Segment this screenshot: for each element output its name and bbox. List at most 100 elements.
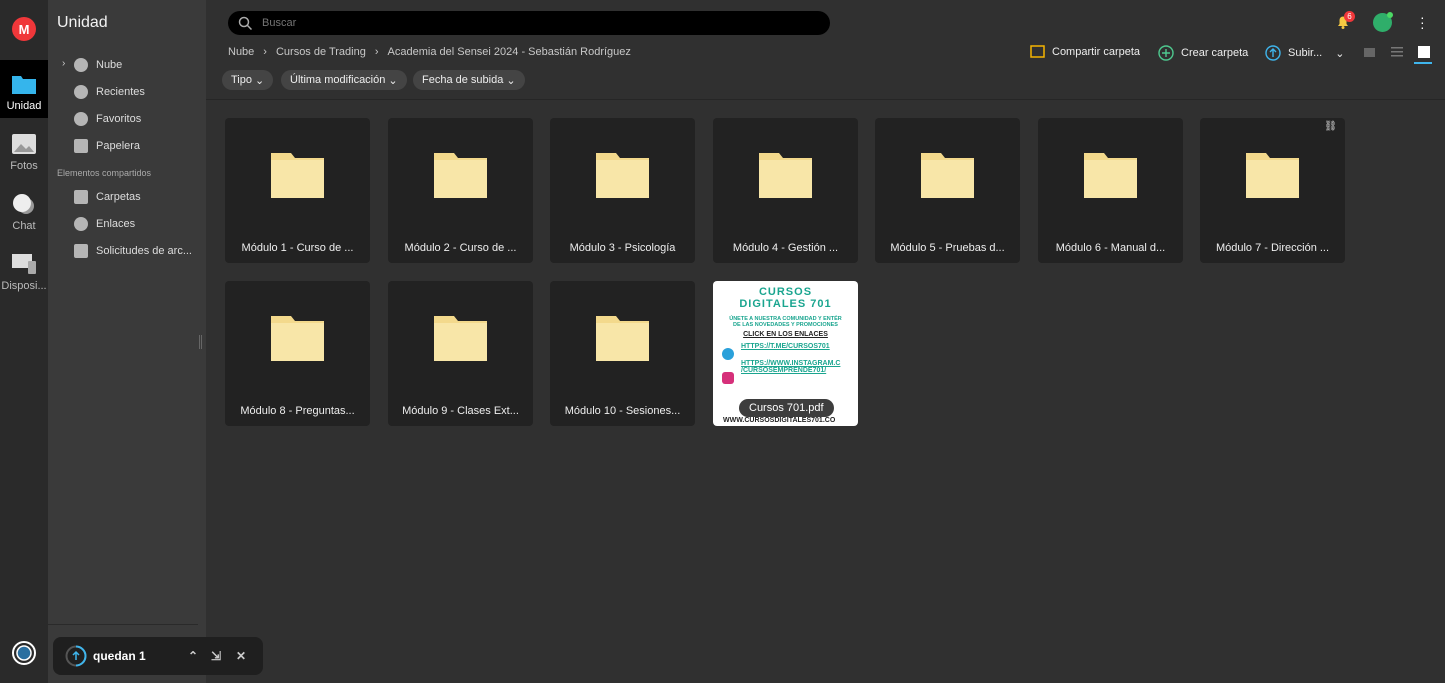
divider bbox=[48, 624, 198, 625]
preview-text: CURSOS bbox=[758, 286, 813, 298]
sidebar-item-nube[interactable]: Nube bbox=[74, 55, 122, 75]
folder-card[interactable]: Módulo 5 - Pruebas d... bbox=[875, 118, 1020, 263]
item-name: Módulo 6 - Manual d... bbox=[1055, 242, 1166, 254]
trash-icon bbox=[74, 139, 88, 153]
folder-icon bbox=[596, 316, 649, 361]
folder-card[interactable]: Módulo 10 - Sesiones... bbox=[550, 281, 695, 426]
folder-icon bbox=[434, 316, 487, 361]
label: Fecha de subida bbox=[422, 74, 504, 86]
breadcrumb-current: Academia del Sensei 2024 - Sebastián Rod… bbox=[387, 46, 631, 58]
expand-chevron-icon[interactable]: › bbox=[62, 58, 65, 69]
label: Nube bbox=[96, 59, 123, 71]
sidebar-resize-handle[interactable] bbox=[199, 335, 202, 349]
folder-icon bbox=[271, 316, 324, 361]
photo-icon bbox=[12, 134, 36, 154]
more-menu-icon[interactable]: · · · bbox=[1420, 10, 1425, 34]
search-bar[interactable] bbox=[228, 11, 830, 35]
breadcrumb-item[interactable]: Cursos de Trading bbox=[276, 46, 366, 58]
mega-logo[interactable]: M bbox=[12, 17, 36, 41]
notification-badge: 6 bbox=[1344, 11, 1355, 22]
header-divider bbox=[206, 99, 1445, 100]
folder-card[interactable]: Módulo 3 - Psicología bbox=[550, 118, 695, 263]
sidebar-item-papelera[interactable]: Papelera bbox=[74, 136, 140, 156]
label: Última modificación bbox=[290, 74, 386, 86]
avatar[interactable] bbox=[1373, 12, 1393, 32]
item-name: Módulo 5 - Pruebas d... bbox=[890, 242, 1005, 254]
open-window-icon[interactable]: ⇲ bbox=[211, 649, 221, 663]
preview-text: CLICK EN LOS ENLACES bbox=[743, 331, 828, 338]
file-request-icon bbox=[74, 244, 88, 258]
upload-toast: quedan 1 ⌃ ⇲ ✕ bbox=[53, 637, 263, 675]
preview-text: DIGITALES 701 bbox=[739, 298, 832, 310]
chevron-down-icon[interactable]: ⌄ bbox=[1335, 47, 1344, 60]
item-name: Módulo 4 - Gestión ... bbox=[732, 242, 839, 254]
filter-fecha-subida[interactable]: Fecha de subida ⌄ bbox=[413, 70, 525, 90]
link-icon bbox=[74, 217, 88, 231]
item-name: Módulo 8 - Preguntas... bbox=[240, 405, 355, 417]
sidebar-item-favoritos[interactable]: Favoritos bbox=[74, 109, 141, 129]
search-input[interactable] bbox=[262, 17, 762, 29]
sidebar-item-carpetas[interactable]: Carpetas bbox=[74, 187, 141, 207]
filter-ultima-modificacion[interactable]: Última modificación ⌄ bbox=[281, 70, 407, 90]
grid-view-icon[interactable] bbox=[1418, 46, 1430, 58]
folder-card[interactable]: Módulo 4 - Gestión ... bbox=[713, 118, 858, 263]
shared-folder-icon bbox=[74, 190, 88, 204]
label: Compartir carpeta bbox=[1052, 45, 1141, 58]
rail-label: Disposi... bbox=[1, 280, 47, 292]
sidebar-item-solicitudes[interactable]: Solicitudes de arc... bbox=[74, 241, 192, 261]
item-name: Módulo 1 - Curso de ... bbox=[241, 242, 354, 254]
item-name: Módulo 9 - Clases Ext... bbox=[402, 405, 519, 417]
shared-section-heading: Elementos compartidos bbox=[57, 168, 152, 178]
folder-icon bbox=[921, 153, 974, 198]
folder-icon bbox=[12, 76, 36, 94]
folder-card[interactable]: Módulo 1 - Curso de ... bbox=[225, 118, 370, 263]
list-view-icon[interactable] bbox=[1391, 47, 1403, 58]
item-name: Cursos 701.pdf bbox=[739, 399, 834, 417]
folder-card[interactable]: Módulo 8 - Preguntas... bbox=[225, 281, 370, 426]
rail-label: Chat bbox=[12, 220, 36, 232]
label: Solicitudes de arc... bbox=[96, 245, 192, 257]
share-folder-button[interactable]: Compartir carpeta bbox=[1030, 45, 1140, 58]
rail-dispositivos[interactable]: Disposi... bbox=[0, 240, 48, 298]
label: Tipo bbox=[231, 74, 252, 86]
item-name: Módulo 3 - Psicología bbox=[569, 242, 676, 254]
rail-label: Unidad bbox=[6, 100, 42, 112]
folder-card[interactable]: Módulo 6 - Manual d... bbox=[1038, 118, 1183, 263]
folder-card[interactable]: Módulo 7 - Dirección ... ⛓ bbox=[1200, 118, 1345, 263]
search-icon bbox=[238, 16, 252, 30]
upload-button[interactable]: Subir... ⌄ bbox=[1265, 45, 1344, 61]
folder-icon bbox=[596, 153, 649, 198]
breadcrumb-separator-icon: › bbox=[263, 46, 267, 58]
preview-text: HTTPS://T.ME/CURSOS701 bbox=[741, 343, 830, 350]
share-folder-icon bbox=[1030, 45, 1045, 58]
telegram-icon bbox=[722, 348, 734, 360]
rail-fotos[interactable]: Fotos bbox=[0, 120, 48, 178]
transfer-manager-icon[interactable] bbox=[11, 640, 37, 666]
create-folder-button[interactable]: Crear carpeta bbox=[1158, 45, 1248, 61]
sidebar-item-recientes[interactable]: Recientes bbox=[74, 82, 145, 102]
label: Recientes bbox=[96, 86, 145, 98]
rail-chat[interactable]: Chat bbox=[0, 180, 48, 238]
file-card[interactable]: CURSOS DIGITALES 701 ÚNETE A NUESTRA COMUN… bbox=[713, 281, 858, 426]
expand-icon[interactable]: ⌃ bbox=[188, 649, 198, 663]
item-name: Módulo 2 - Curso de ... bbox=[404, 242, 517, 254]
breadcrumb-separator-icon: › bbox=[374, 46, 379, 58]
notifications-button[interactable]: 6 bbox=[1335, 11, 1355, 35]
filter-tipo[interactable]: Tipo ⌄ bbox=[222, 70, 274, 90]
preview-text: HTTPS://WWW.INSTAGRAM.C bbox=[741, 360, 841, 367]
sidebar: Unidad › Nube Recientes Favoritos Papele… bbox=[48, 0, 206, 683]
folder-card[interactable]: Módulo 2 - Curso de ... bbox=[388, 118, 533, 263]
close-icon[interactable]: ✕ bbox=[236, 649, 246, 663]
clock-icon bbox=[74, 85, 88, 99]
gallery-view-icon[interactable] bbox=[1364, 48, 1375, 57]
preview-text: DE LAS NOVEDADES Y PROMOCIONES bbox=[733, 322, 838, 328]
preview-text: /CURSOSEMPRENDE701/ bbox=[741, 367, 827, 374]
folder-card[interactable]: Módulo 9 - Clases Ext... bbox=[388, 281, 533, 426]
folder-icon bbox=[271, 153, 324, 198]
breadcrumb-item[interactable]: Nube bbox=[228, 46, 254, 58]
folder-icon bbox=[434, 153, 487, 198]
sidebar-item-enlaces[interactable]: Enlaces bbox=[74, 214, 135, 234]
devices-icon bbox=[12, 254, 36, 274]
rail-unidad[interactable]: Unidad bbox=[0, 60, 48, 118]
upload-progress-icon bbox=[65, 645, 87, 667]
